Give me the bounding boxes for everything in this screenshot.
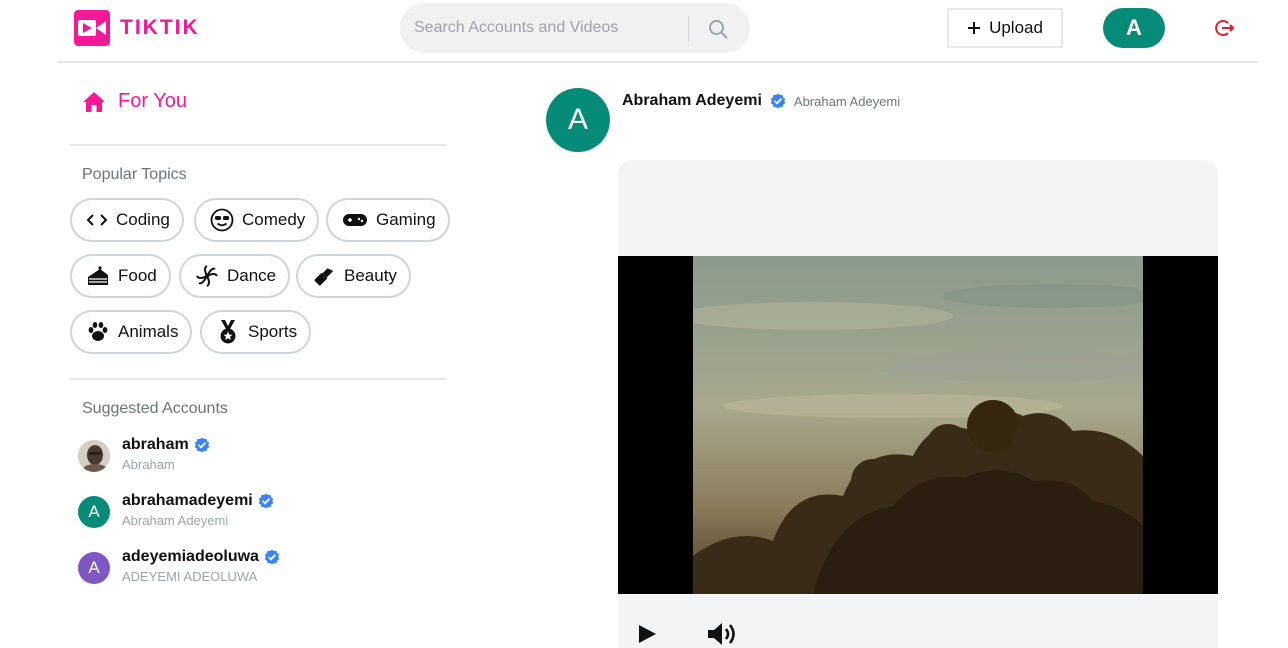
search-input[interactable] [414,3,684,53]
logo-text: TIKTIK [120,16,200,39]
search-icon[interactable] [700,16,736,42]
account-username: adeyemiadeoluwa [122,548,259,565]
topic-label: Beauty [344,266,397,285]
divider [70,144,446,146]
verified-icon [264,549,280,565]
account-username: abrahamadeyemi [122,492,253,509]
sunglasses-face-icon [210,208,234,232]
lipstick-icon [314,268,334,286]
for-you-link[interactable]: For You [82,90,187,113]
account-username: abraham [122,436,189,453]
suggested-accounts-title: Suggested Accounts [82,400,228,417]
verified-icon [770,93,786,109]
account-display-name: Abraham Adeyemi [122,513,229,528]
account-display-name: Abraham [122,457,175,472]
post-display-name: Abraham Adeyemi [793,93,901,109]
topic-chip-beauty[interactable]: Beauty [296,254,411,298]
search-bar [400,3,750,53]
post-author-avatar[interactable]: A [546,88,610,152]
post-username: Abraham Adeyemi [622,92,762,109]
topic-chip-coding[interactable]: Coding [70,198,184,242]
avatar [78,440,110,472]
volume-icon[interactable] [706,620,742,648]
video-player[interactable] [618,256,1218,594]
account-display-name: ADEYEMI ADEOLUWA [122,569,258,584]
search-divider [688,16,689,42]
topic-label: Food [118,266,157,285]
topic-chip-food[interactable]: Food [70,254,171,298]
video-card [618,160,1218,648]
medal-icon [220,320,236,344]
paw-icon [88,322,108,341]
upload-label: Upload [989,18,1043,37]
topic-chip-dance[interactable]: Dance [179,254,291,298]
logout-icon[interactable] [1213,17,1235,39]
topic-label: Comedy [242,210,306,229]
post-author[interactable]: Abraham Adeyemi Abraham Adeyemi [622,92,900,110]
for-you-label: For You [118,90,187,112]
top-navbar: TIKTIK Upload A [58,0,1258,63]
logo[interactable]: TIKTIK [74,10,200,46]
avatar: A [78,552,110,584]
topic-chip-animals[interactable]: Animals [70,310,193,354]
topic-chip-comedy[interactable]: Comedy [194,198,320,242]
topic-chip-sports[interactable]: Sports [200,310,312,354]
topic-label: Gaming [376,210,436,229]
gamepad-icon [343,214,367,226]
topic-label: Coding [116,210,170,229]
topic-chip-gaming[interactable]: Gaming [326,198,450,242]
topic-label: Dance [227,266,277,285]
plus-icon [968,22,981,34]
verified-icon [258,493,273,509]
home-icon [83,91,105,112]
suggested-account[interactable]: A abrahamadeyemi Abraham Adeyemi [78,492,274,528]
popular-topics-title: Popular Topics [82,166,187,183]
upload-button[interactable]: Upload [947,8,1063,48]
suggested-account[interactable]: abraham Abraham [78,436,210,472]
dance-icon [196,265,218,287]
divider [70,378,446,380]
suggested-account[interactable]: A adeyemiadeoluwa ADEYEMI ADEOLUWA [78,548,280,584]
play-icon[interactable] [636,622,658,648]
topic-label: Animals [118,322,179,341]
code-icon [86,214,108,226]
topic-label: Sports [248,322,298,341]
verified-icon [194,437,209,453]
cake-icon [88,266,108,285]
video-thumbnail [693,256,1143,594]
avatar: A [78,496,110,528]
user-avatar[interactable]: A [1103,8,1165,48]
logo-icon [74,10,110,46]
